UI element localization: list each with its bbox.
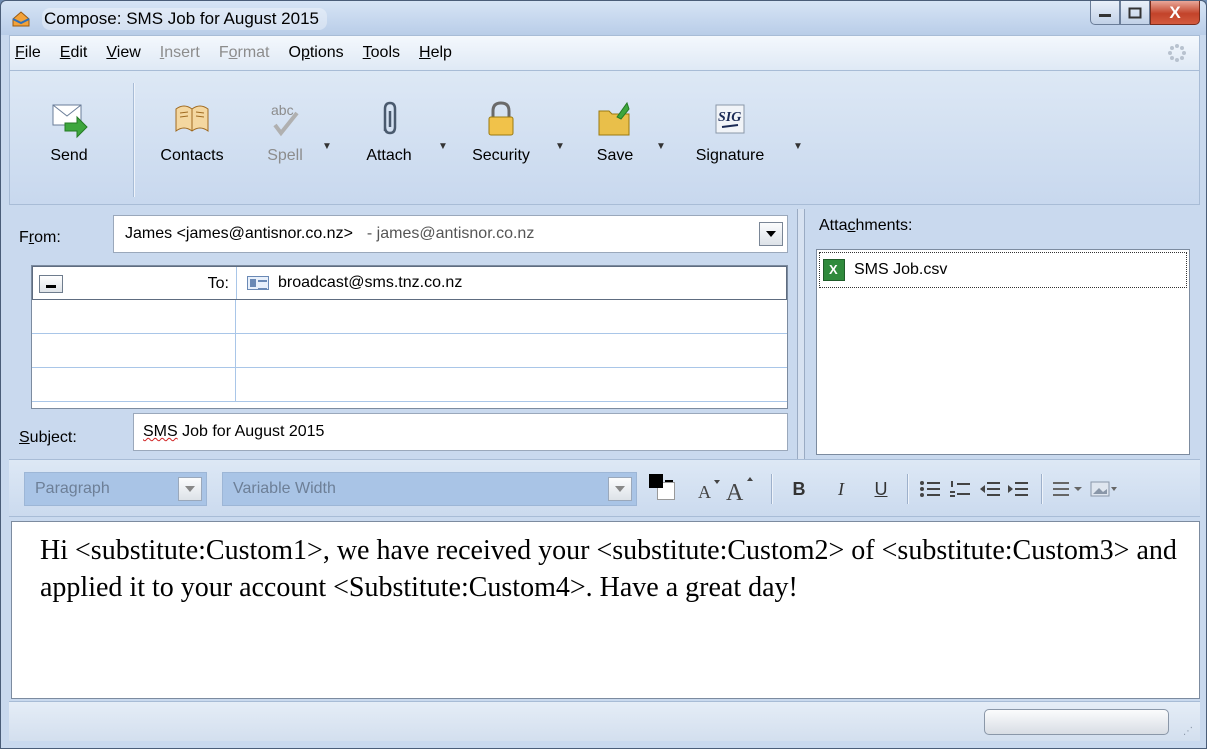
lock-icon — [488, 101, 514, 136]
align-left-icon — [1053, 482, 1082, 496]
minimize-button[interactable] — [1090, 1, 1120, 25]
chevron-down-icon — [615, 486, 625, 492]
recipient-row[interactable]: To: broadcast@sms.tnz.co.nz — [32, 266, 787, 300]
save-folder-icon — [598, 101, 630, 136]
menu-format[interactable]: Format — [214, 36, 275, 70]
from-label: From: — [19, 229, 61, 246]
menu-insert[interactable]: Insert — [155, 36, 205, 70]
signature-dropdown-icon[interactable]: ▼ — [793, 141, 803, 152]
menu-tools[interactable]: Tools — [358, 36, 405, 70]
contacts-button[interactable]: Contacts — [147, 99, 237, 175]
numbered-list-icon — [950, 481, 970, 497]
recipient-address[interactable]: broadcast@sms.tnz.co.nz — [278, 274, 462, 292]
menu-bar: File Edit View Insert Format Options Too… — [9, 35, 1200, 71]
recipient-row-empty[interactable] — [32, 334, 787, 368]
recipient-type-select[interactable]: To: — [39, 273, 229, 295]
signature-icon: SIG — [715, 104, 745, 134]
recipient-list: To: broadcast@sms.tnz.co.nz — [31, 265, 788, 409]
spreadsheet-file-icon — [823, 259, 845, 281]
chevron-down-icon — [766, 231, 776, 237]
italic-button[interactable]: I — [827, 472, 855, 506]
throbber-icon — [1168, 44, 1186, 62]
save-button[interactable]: Save — [582, 99, 648, 175]
close-icon: X — [1169, 2, 1181, 22]
maximize-button[interactable] — [1120, 1, 1150, 25]
indent-button[interactable] — [1005, 472, 1031, 506]
save-dropdown-icon[interactable]: ▼ — [656, 141, 666, 152]
security-dropdown-icon[interactable]: ▼ — [555, 141, 565, 152]
attachment-item[interactable]: SMS Job.csv — [819, 252, 1187, 288]
send-button[interactable]: Send — [34, 99, 104, 175]
text-color-picker[interactable] — [649, 474, 683, 506]
send-icon — [52, 104, 88, 139]
menu-view[interactable]: View — [101, 36, 145, 70]
paperclip-icon — [383, 101, 397, 135]
font-dropdown-button[interactable] — [608, 477, 632, 501]
signature-button[interactable]: SIG Signature — [680, 99, 780, 175]
security-button[interactable]: Security — [456, 99, 546, 175]
close-button[interactable]: X — [1150, 1, 1200, 25]
svg-text:SIG: SIG — [718, 110, 741, 125]
chevron-down-icon — [185, 486, 195, 492]
bullet-list-icon — [920, 481, 940, 497]
status-bar: ⋰ — [9, 701, 1200, 741]
spell-button[interactable]: abc Spell — [254, 99, 316, 175]
message-body-editor[interactable]: Hi <substitute:Custom1>, we have receive… — [11, 521, 1200, 699]
spell-dropdown-icon[interactable]: ▼ — [322, 141, 332, 152]
menu-options[interactable]: Options — [284, 36, 349, 70]
status-progress-bar — [984, 709, 1169, 735]
subject-input[interactable]: SMS Job for August 2015 — [133, 413, 788, 451]
contact-card-icon — [247, 276, 269, 290]
from-select[interactable]: James <james@antisnor.co.nz> - james@anti… — [113, 215, 788, 253]
toolbar-separator — [133, 83, 134, 197]
from-dropdown-button[interactable] — [759, 222, 783, 246]
window-title: Compose: SMS Job for August 2015 — [42, 8, 327, 30]
title-bar[interactable]: Compose: SMS Job for August 2015 X — [1, 1, 1206, 35]
numbered-list-button[interactable] — [947, 472, 973, 506]
subject-label: Subject: — [19, 429, 77, 446]
svg-text:abc: abc — [271, 102, 294, 118]
app-icon — [12, 11, 30, 27]
menu-help[interactable]: Help — [414, 36, 457, 70]
font-size-decrease-icon: A — [698, 480, 720, 502]
paragraph-dropdown-button[interactable] — [178, 477, 202, 501]
menu-file[interactable]: File — [10, 36, 46, 70]
outdent-button[interactable] — [977, 472, 1003, 506]
smaller-font-button[interactable]: A — [695, 472, 723, 506]
align-button[interactable] — [1051, 472, 1087, 506]
attachments-list: SMS Job.csv — [816, 249, 1190, 455]
outdent-icon — [980, 482, 1000, 496]
spellcheck-icon: abc — [271, 102, 299, 137]
contacts-book-icon — [175, 105, 209, 132]
message-body-text: Hi <substitute:Custom1>, we have receive… — [40, 535, 1177, 603]
recipient-row-empty[interactable] — [32, 368, 787, 402]
compose-window: Compose: SMS Job for August 2015 X File … — [0, 0, 1207, 749]
larger-font-button[interactable]: A — [725, 472, 755, 506]
compose-toolbar: Send Contacts abc Spell ▼ Attach ▼ Secur… — [9, 71, 1200, 205]
svg-text:A: A — [726, 480, 744, 504]
attachments-label: Attachments: — [819, 217, 913, 234]
pane-splitter[interactable] — [797, 209, 805, 459]
attach-button[interactable]: Attach — [349, 99, 429, 175]
recipient-row-empty[interactable] — [32, 300, 787, 334]
svg-text:A: A — [698, 482, 711, 502]
underline-button[interactable]: U — [867, 472, 895, 506]
recipient-type-dropdown-icon[interactable] — [39, 275, 63, 293]
font-select[interactable]: Variable Width — [222, 472, 637, 506]
bold-button[interactable]: B — [785, 472, 813, 506]
insert-image-button[interactable] — [1089, 472, 1119, 506]
font-size-increase-icon: A — [726, 477, 753, 504]
paragraph-format-select[interactable]: Paragraph — [24, 472, 207, 506]
minimize-icon — [1099, 13, 1111, 17]
attach-dropdown-icon[interactable]: ▼ — [438, 141, 448, 152]
maximize-icon — [1128, 7, 1142, 18]
menu-edit[interactable]: Edit — [55, 36, 93, 70]
bullet-list-button[interactable] — [917, 472, 943, 506]
resize-grip-icon[interactable]: ⋰ — [1183, 726, 1194, 737]
image-icon — [1090, 481, 1117, 497]
format-toolbar: Paragraph Variable Width A A B I U — [9, 459, 1200, 517]
indent-icon — [1008, 482, 1028, 496]
